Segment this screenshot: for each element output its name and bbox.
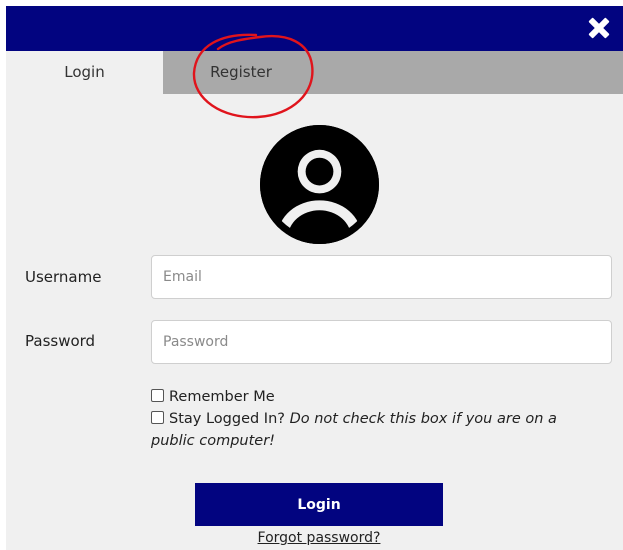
forgot-password-link[interactable]: Forgot password?: [195, 530, 443, 546]
remember-me-checkbox[interactable]: [151, 389, 164, 402]
username-label: Username: [25, 268, 102, 286]
email-input[interactable]: [151, 255, 612, 299]
checkbox-group: Remember Me Stay Logged In? Do not check…: [151, 386, 591, 452]
remember-me-label: Remember Me: [169, 389, 275, 405]
stay-logged-in-label: Stay Logged In?: [169, 411, 285, 427]
stay-logged-in-row: Stay Logged In? Do not check this box if…: [151, 408, 591, 452]
dialog-header: [6, 6, 623, 51]
remember-me-row: Remember Me: [151, 386, 591, 408]
close-icon[interactable]: [587, 16, 611, 40]
password-label: Password: [25, 332, 96, 350]
stay-logged-in-checkbox[interactable]: [151, 411, 164, 424]
password-input[interactable]: [151, 320, 612, 364]
tab-login[interactable]: Login: [6, 51, 163, 94]
tab-bar: Login Register: [6, 51, 623, 94]
tab-register[interactable]: Register: [163, 51, 319, 94]
login-dialog: Login Register Username Password Remembe…: [6, 6, 623, 550]
login-button[interactable]: Login: [195, 483, 443, 526]
user-avatar-icon: [260, 125, 379, 244]
